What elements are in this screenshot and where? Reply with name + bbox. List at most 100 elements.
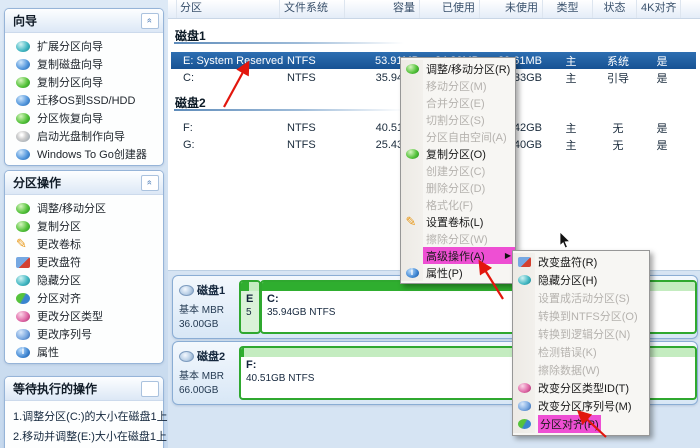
disk-info: 磁盘2 基本 MBR 66.00GB: [179, 348, 237, 396]
menu-icon-gutter: [513, 361, 535, 379]
partition-recovery-wizard-icon: [16, 112, 30, 124]
submenu-item: 检测错误(K): [513, 343, 649, 361]
resize-move-partition-icon: [405, 63, 419, 74]
wizard-panel: 向导 « 扩展分区向导复制磁盘向导复制分区向导迁移OS到SSD/HDD 分区恢复向…: [4, 8, 164, 166]
menu-item-body: 检测错误(K): [535, 343, 649, 361]
wizard-panel-header: 向导 «: [5, 9, 163, 33]
sidebar-item-wizard[interactable]: 扩展分区向导: [5, 37, 163, 55]
sidebar-item-operation[interactable]: 更改分区类型: [5, 307, 163, 325]
used-space-bar: [241, 348, 244, 357]
sidebar-item-operation[interactable]: 更改盘符: [5, 253, 163, 271]
context-menu-item: 切割分区(S): [401, 111, 515, 128]
partition-operations-panel: 分区操作 « 调整/移动分区复制分区更改卷标更改盘符隐藏分区分区对齐更改分区类型…: [4, 170, 164, 364]
disk-group-underline: [174, 42, 404, 44]
sidebar-item-wizard[interactable]: 迁移OS到SSD/HDD: [5, 91, 163, 109]
menu-item-body: 删除分区(D): [423, 179, 515, 196]
menu-icon-gutter: [513, 415, 535, 433]
sidebar-item-wizard[interactable]: Windows To Go创建器: [5, 145, 163, 163]
properties-icon: [405, 267, 419, 278]
menu-icon-gutter: [401, 196, 423, 213]
menu-icon-gutter: [401, 60, 423, 77]
submenu-item[interactable]: 改变盘符(R): [513, 253, 649, 271]
sidebar-item-operation[interactable]: 属性: [5, 343, 163, 361]
hide-partition-icon: [16, 274, 30, 286]
collapse-button[interactable]: [141, 381, 159, 397]
menu-item-label: 分区自由空间(A): [426, 131, 507, 144]
sidebar-item-label: 扩展分区向导: [37, 41, 103, 53]
alignment-cell: 是: [656, 55, 668, 68]
sidebar-item-wizard[interactable]: 启动光盘制作向导: [5, 127, 163, 145]
sidebar-item-operation[interactable]: 分区对齐: [5, 289, 163, 307]
change-partition-serial-icon: [517, 401, 531, 411]
status-cell: 引导: [607, 72, 629, 85]
menu-item-body: 设置卷标(L): [423, 213, 515, 230]
submenu-item: 擦除数据(W): [513, 361, 649, 379]
properties-icon: [16, 346, 30, 358]
menu-icon-gutter: [401, 128, 423, 145]
context-menu-item[interactable]: 高级操作(A) ▶: [401, 247, 515, 264]
sidebar-item-label: 复制分区向导: [37, 77, 103, 89]
menu-item-body: 转换到NTFS分区(O): [535, 307, 649, 325]
context-menu-item[interactable]: 调整/移动分区(R): [401, 60, 515, 77]
menu-item-body: 擦除数据(W): [535, 361, 649, 379]
menu-icon-gutter: [513, 307, 535, 325]
menu-item-label: 复制分区(O): [426, 148, 486, 161]
partition-block[interactable]: F: 40.51GB NTFS: [239, 346, 522, 400]
disk-scheme: 基本 MBR: [179, 371, 224, 382]
sidebar-item-label: 属性: [37, 347, 59, 359]
alignment-cell: 是: [656, 72, 668, 85]
submenu-arrow-icon: ▶: [504, 251, 511, 260]
change-volume-label-icon: [16, 236, 30, 252]
status-cell: 无: [612, 139, 624, 152]
menu-item-label: 调整/移动分区(R): [426, 63, 511, 76]
type-cell: 主: [565, 139, 577, 152]
partition-block[interactable]: E5: [239, 280, 261, 334]
partition-context-menu: 调整/移动分区(R) 移动分区(M) 合并分区(E) 切割分区(S) 分区自由空间(A)…: [400, 57, 516, 284]
partition-name-cell: E: System Reserved: [183, 54, 283, 67]
menu-icon-gutter: [401, 162, 423, 179]
copy-partition-icon: [16, 220, 30, 232]
sidebar-item-wizard[interactable]: 分区恢复向导: [5, 109, 163, 127]
submenu-item[interactable]: 改变分区序列号(M): [513, 397, 649, 415]
menu-item-body: 设置成活动分区(S): [535, 289, 649, 307]
menu-item-label: 高级操作(A): [426, 250, 485, 263]
sidebar-item-label: Windows To Go创建器: [37, 149, 147, 161]
block-drive-letter: E: [246, 293, 254, 305]
sidebar-item-operation[interactable]: 更改序列号: [5, 325, 163, 343]
sidebar-item-wizard[interactable]: 复制磁盘向导: [5, 55, 163, 73]
menu-icon-gutter: [401, 264, 423, 281]
context-menu-item: 格式化(F): [401, 196, 515, 213]
column-header: 分区: [176, 0, 280, 18]
disk-icon: [179, 350, 194, 362]
context-menu-item: 擦除分区(W): [401, 230, 515, 247]
status-cell: 系统: [607, 55, 629, 68]
context-menu-item[interactable]: 复制分区(O): [401, 145, 515, 162]
menu-item-label: 转换到NTFS分区(O): [538, 311, 638, 323]
menu-icon-gutter: [401, 230, 423, 247]
submenu-item[interactable]: 隐藏分区(H): [513, 271, 649, 289]
context-menu-item[interactable]: 属性(P): [401, 264, 515, 281]
submenu-item[interactable]: 改变分区类型ID(T): [513, 379, 649, 397]
block-drive-letter: C:: [267, 293, 279, 305]
sidebar-item-operation[interactable]: 更改卷标: [5, 235, 163, 253]
sidebar-item-operation[interactable]: 复制分区: [5, 217, 163, 235]
sidebar-item-operation[interactable]: 调整/移动分区: [5, 199, 163, 217]
disk-name-label: 磁盘2: [197, 351, 226, 363]
menu-item-label: 创建分区(C): [426, 165, 486, 178]
submenu-item[interactable]: 分区对齐(P): [513, 415, 649, 433]
sidebar-item-label: 迁移OS到SSD/HDD: [37, 95, 136, 107]
menu-item-label: 删除分区(D): [426, 182, 486, 195]
set-volume-label-icon: [406, 214, 419, 230]
context-menu-item[interactable]: 设置卷标(L): [401, 213, 515, 230]
resize-move-partition-icon: [16, 202, 30, 214]
collapse-button[interactable]: «: [141, 175, 159, 191]
menu-icon-gutter: [513, 253, 535, 271]
column-header: 类型: [543, 0, 593, 18]
menu-item-label: 擦除分区(W): [426, 233, 488, 246]
block-size-label: 40.51GB NTFS: [246, 373, 315, 384]
collapse-button[interactable]: «: [141, 13, 159, 29]
menu-icon-gutter: [513, 325, 535, 343]
sidebar-item-wizard[interactable]: 复制分区向导: [5, 73, 163, 91]
menu-icon-gutter: [401, 77, 423, 94]
sidebar-item-operation[interactable]: 隐藏分区: [5, 271, 163, 289]
